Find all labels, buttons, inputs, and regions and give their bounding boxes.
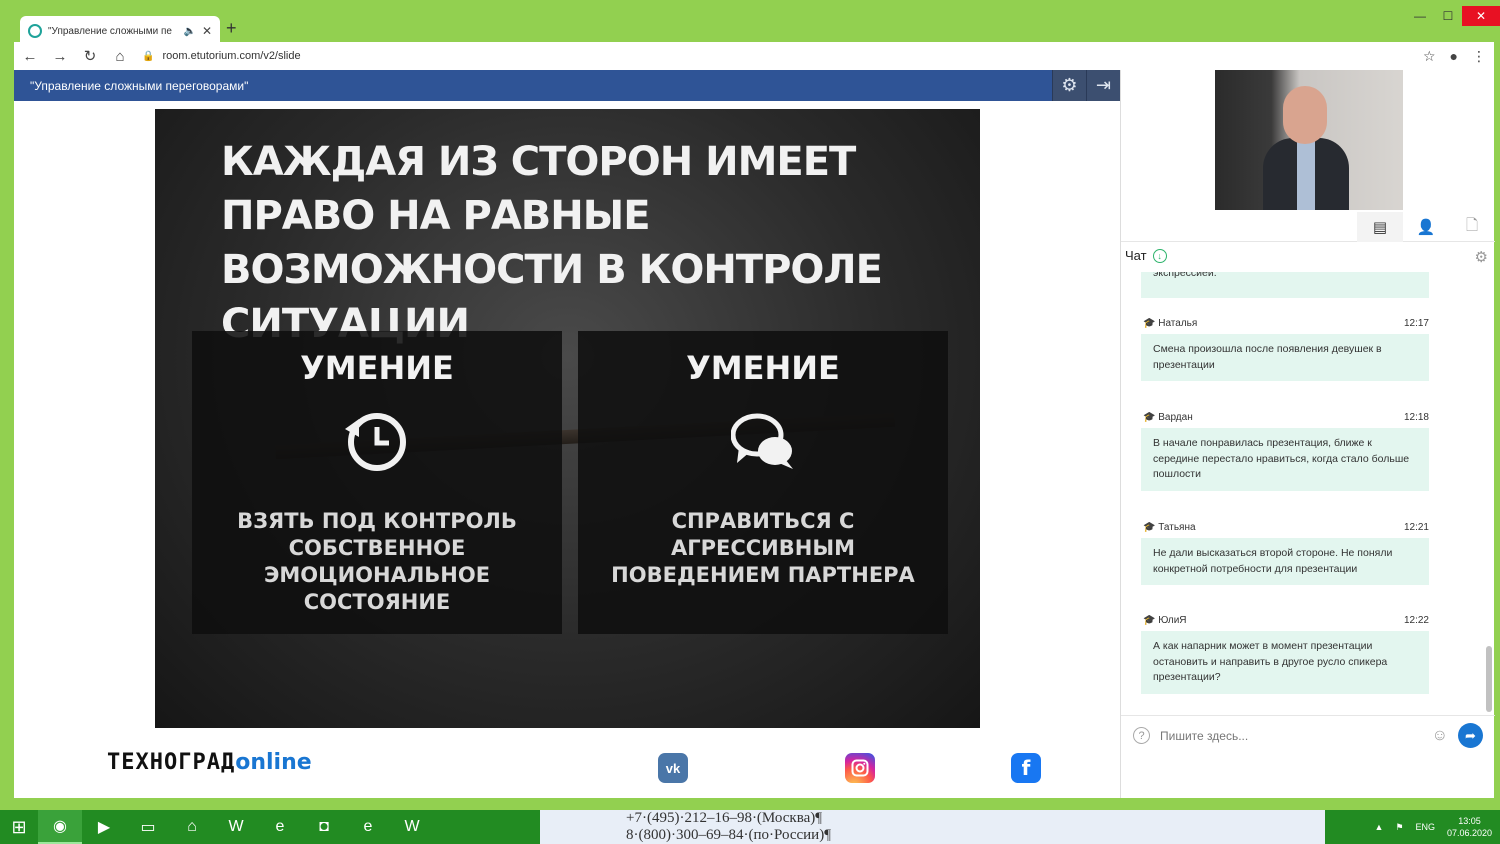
- chrome-icon[interactable]: ◉: [38, 810, 82, 844]
- vk-icon[interactable]: vk: [658, 753, 688, 783]
- home-folder-icon[interactable]: ⌂: [170, 810, 214, 844]
- message-time: 12:17: [1403, 318, 1429, 329]
- tab-title: "Управление сложными пе: [48, 25, 172, 37]
- word-icon[interactable]: W: [214, 810, 258, 844]
- card-title: УМЕНИЕ: [686, 349, 840, 387]
- message-author: 🎓 Татьяна: [1143, 522, 1196, 533]
- clock[interactable]: 13:05 07.06.2020: [1447, 815, 1492, 839]
- window-controls: — ☐ ✕: [1406, 6, 1500, 26]
- webinar-page: "Управление сложными переговорами" ⚙ ⇥ К…: [14, 70, 1495, 798]
- skill-card-2: УМЕНИЕ СПРАВИТЬСЯ С АГРЕССИВНЫМ ПОВЕДЕНИ…: [578, 331, 948, 634]
- slide-heading: КАЖДАЯ ИЗ СТОРОН ИМЕЕТ ПРАВО НА РАВНЫЕ В…: [221, 139, 883, 347]
- tab-strip: "Управление сложными пе 🔈 ✕ +: [14, 8, 1500, 46]
- brand-main: ТЕХНОГРАД: [107, 750, 236, 775]
- flag-icon[interactable]: ⚑: [1395, 822, 1403, 833]
- message-time: 12:18: [1403, 412, 1429, 423]
- message-author: 🎓 Вардан: [1143, 412, 1193, 423]
- close-tab-icon[interactable]: ✕: [202, 24, 212, 38]
- chat-bubbles-icon: [730, 413, 793, 469]
- brand-suffix: online: [235, 750, 312, 775]
- chat-messages: экспрессией. 🎓 Наталья 12:17 Смена произо…: [1121, 272, 1485, 712]
- room-title: "Управление сложными переговорами": [30, 78, 249, 93]
- list-item: экспрессией.: [1141, 272, 1429, 298]
- chat-input[interactable]: Пишите здесь...: [1160, 729, 1422, 743]
- list-item: 🎓 Татьяна 12:21 Не дали высказаться второ…: [1141, 522, 1429, 585]
- chat-scrollbar[interactable]: [1486, 272, 1492, 712]
- account-icon[interactable]: ●: [1450, 48, 1458, 64]
- files-tab-icon[interactable]: 🗋: [1449, 212, 1495, 242]
- system-tray: ▲ ⚑ ENG 13:05 07.06.2020: [1374, 810, 1492, 844]
- menu-icon[interactable]: ⋮: [1472, 48, 1486, 65]
- panel-tabs: ▤ 👤 🗋: [1121, 212, 1495, 242]
- card-text: СПРАВИТЬСЯ С АГРЕССИВНЫМ ПОВЕДЕНИЕМ ПАРТ…: [611, 509, 915, 587]
- download-icon[interactable]: ↓: [1152, 248, 1167, 263]
- windows-start-icon[interactable]: ⊞: [0, 810, 38, 844]
- media-player-icon[interactable]: ▶: [82, 810, 126, 844]
- word-document-icon[interactable]: W: [390, 810, 434, 844]
- speaker-figure: [1263, 86, 1349, 210]
- skill-card-1: УМЕНИЕ ВЗЯТЬ ПОД КОНТРОЛЬ СОБСТВЕННОЕ ЭМ…: [192, 331, 562, 634]
- browser-toolbar: ← → ↻ ⌂ 🔒 room.etutorium.com/v2/slide ☆ …: [14, 42, 1494, 70]
- doc-line-2: 8·(800)·300–69–84·(по·России)¶: [626, 827, 831, 843]
- back-icon[interactable]: ←: [22, 48, 38, 65]
- message-bubble: Не дали высказаться второй стороне. Не п…: [1141, 538, 1429, 585]
- internet-explorer-icon[interactable]: e: [346, 810, 390, 844]
- site-favicon-icon: [28, 24, 42, 38]
- document-preview: +7·(495)·212–16–98·(Москва)¶ 8·(800)·300…: [540, 810, 1325, 844]
- file-explorer-icon[interactable]: ▭: [126, 810, 170, 844]
- chat-settings-icon[interactable]: ⚙: [1475, 248, 1488, 266]
- edge-icon[interactable]: e: [258, 810, 302, 844]
- url-text: room.etutorium.com/v2/slide: [162, 50, 301, 62]
- speaker-video: [1215, 70, 1403, 210]
- language-indicator[interactable]: ENG: [1415, 822, 1435, 832]
- message-time: 12:22: [1403, 615, 1429, 626]
- message-time: 12:21: [1403, 522, 1429, 533]
- bookmark-star-icon[interactable]: ☆: [1423, 48, 1436, 65]
- list-item: 🎓 Вардан 12:18 В начале понравилась презе…: [1141, 412, 1429, 491]
- exit-icon[interactable]: ⇥: [1086, 70, 1120, 101]
- zoom-icon[interactable]: ◘: [302, 810, 346, 844]
- message-author: 🎓 ЮлиЯ: [1143, 615, 1187, 626]
- list-item: 🎓 ЮлиЯ 12:22 А как напарник может в момен…: [1141, 615, 1429, 694]
- speaker-icon: 🔈: [183, 25, 196, 37]
- message-bubble: Смена произошла после появления девушек …: [1141, 334, 1429, 381]
- list-item: 🎓 Наталья 12:17 Смена произошла после поя…: [1141, 318, 1429, 381]
- doc-line-1: +7·(495)·212–16–98·(Москва)¶: [626, 810, 823, 826]
- chat-title: Чат: [1125, 248, 1147, 263]
- history-clock-icon: [345, 413, 406, 471]
- lock-icon: 🔒: [142, 50, 155, 62]
- close-window-button[interactable]: ✕: [1462, 6, 1500, 26]
- message-bubble: В начале понравилась презентация, ближе …: [1141, 428, 1429, 491]
- room-header: "Управление сложными переговорами" ⚙ ⇥: [14, 70, 1120, 101]
- help-icon[interactable]: ?: [1133, 727, 1150, 744]
- card-text: ВЗЯТЬ ПОД КОНТРОЛЬ СОБСТВЕННОЕ ЭМОЦИОНАЛ…: [237, 509, 517, 614]
- minimize-button[interactable]: —: [1406, 6, 1434, 26]
- send-button[interactable]: ➦: [1458, 723, 1483, 748]
- forward-icon[interactable]: →: [52, 48, 68, 65]
- message-author: 🎓 Наталья: [1143, 318, 1198, 329]
- chat-header: Чат ↓: [1125, 248, 1167, 263]
- settings-gear-icon[interactable]: ⚙: [1052, 70, 1086, 101]
- facebook-icon[interactable]: f: [1011, 753, 1041, 783]
- emoji-icon[interactable]: ☺: [1432, 727, 1448, 745]
- presentation-slide: КАЖДАЯ ИЗ СТОРОН ИМЕЕТ ПРАВО НА РАВНЫЕ В…: [155, 109, 980, 728]
- message-bubble: А как напарник может в момент презентаци…: [1141, 631, 1429, 694]
- participants-tab-icon[interactable]: 👤: [1403, 212, 1449, 242]
- instagram-icon[interactable]: [845, 753, 875, 783]
- message-bubble: экспрессией.: [1141, 272, 1429, 298]
- right-panel: ▤ 👤 🗋 Чат ↓ ⚙ экспрессией. 🎓 Наталья 12:1…: [1120, 70, 1495, 798]
- address-bar[interactable]: 🔒 room.etutorium.com/v2/slide: [142, 45, 1409, 67]
- card-title: УМЕНИЕ: [300, 349, 454, 387]
- brand-logo: ТЕХНОГРАДonline: [107, 750, 312, 775]
- chat-tab-icon[interactable]: ▤: [1357, 212, 1403, 242]
- new-tab-button[interactable]: +: [226, 18, 237, 39]
- reload-icon[interactable]: ↻: [82, 47, 98, 65]
- maximize-button[interactable]: ☐: [1434, 6, 1462, 26]
- home-icon[interactable]: ⌂: [112, 48, 128, 65]
- chat-input-bar: ? Пишите здесь... ☺ ➦: [1121, 715, 1495, 755]
- windows-taskbar: ⊞ ◉ ▶ ▭ ⌂ W e ◘ e W +7·(495)·212–16–98·(…: [0, 810, 1500, 844]
- tray-arrow-icon[interactable]: ▲: [1374, 822, 1383, 832]
